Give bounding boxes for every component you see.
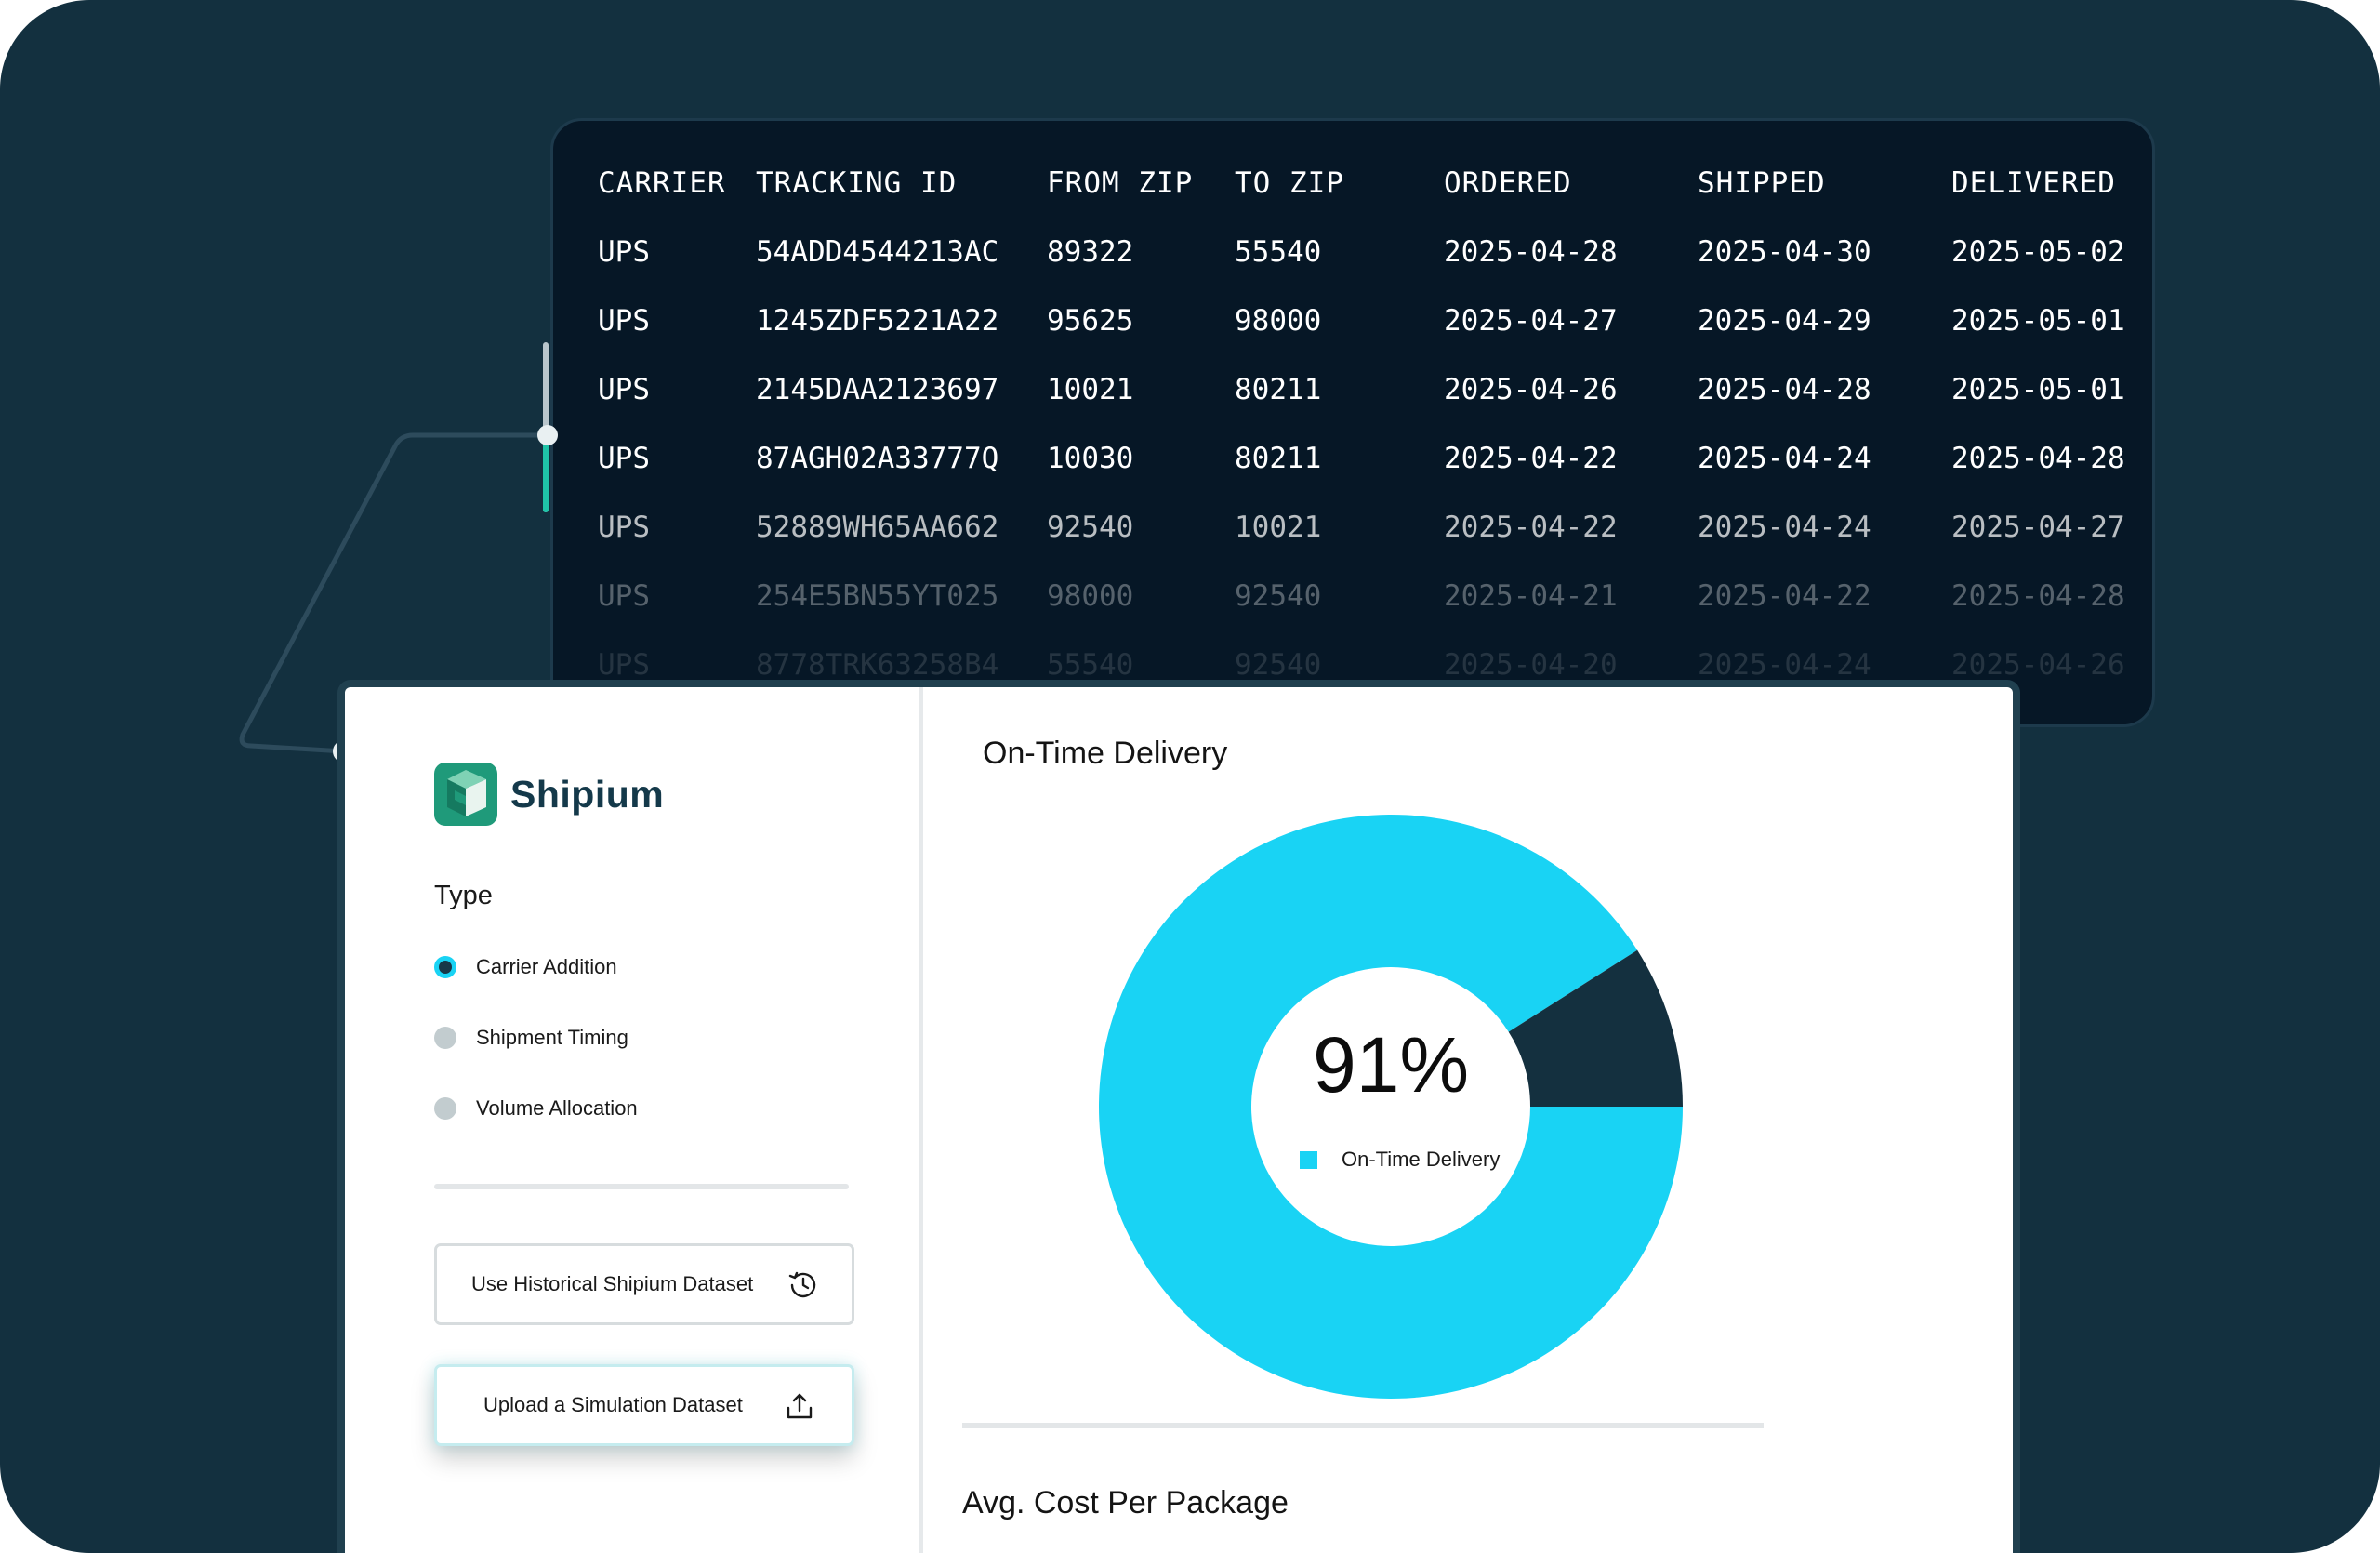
table-cell: UPS bbox=[598, 304, 650, 338]
table-cell: 2025-04-28 bbox=[1444, 235, 1618, 269]
table-cell: 2025-04-28 bbox=[1951, 579, 2125, 613]
table-row: UPS 1245ZDF5221A22 95625 98000 2025-04-27 202… bbox=[598, 304, 2152, 360]
table-cell: 10021 bbox=[1235, 511, 1322, 544]
column-header: TO ZIP bbox=[1235, 166, 1344, 200]
donut-center-value: 91% bbox=[1312, 1021, 1470, 1108]
main-divider bbox=[962, 1423, 1764, 1428]
upload-icon bbox=[787, 1393, 813, 1419]
option-carrier-addition[interactable]: Carrier Addition bbox=[434, 955, 617, 979]
table-cell: 2025-04-21 bbox=[1444, 579, 1618, 613]
table-cell: 87AGH02A33777Q bbox=[756, 442, 999, 475]
table-row: UPS 2145DAA2123697 10021 80211 2025-04-26 202… bbox=[598, 373, 2152, 429]
legend-label: On-Time Delivery bbox=[1342, 1148, 1501, 1171]
column-header: TRACKING ID bbox=[756, 166, 958, 200]
table-cell: UPS bbox=[598, 373, 650, 406]
table-cell: 55540 bbox=[1235, 235, 1322, 269]
main-panel: On-Time Delivery 91% On-Time Delivery Av… bbox=[923, 687, 2013, 1553]
table-header-row: CARRIER TRACKING ID FROM ZIP TO ZIP ORDERED S… bbox=[598, 166, 2152, 222]
table-row: UPS 54ADD4544213AC 89322 55540 2025-04-28 202… bbox=[598, 235, 2152, 291]
option-label: Shipment Timing bbox=[476, 1026, 628, 1049]
option-label: Volume Allocation bbox=[476, 1096, 638, 1120]
table-cell: 2025-04-22 bbox=[1698, 579, 1871, 613]
table-cell: 2025-04-22 bbox=[1444, 442, 1618, 475]
table-cell: 98000 bbox=[1235, 304, 1322, 338]
table-cell: 80211 bbox=[1235, 373, 1322, 406]
stage: CARRIER TRACKING ID FROM ZIP TO ZIP ORDERED S… bbox=[0, 0, 2380, 1553]
legend-swatch bbox=[1300, 1150, 1317, 1169]
button-label: Upload a Simulation Dataset bbox=[483, 1393, 743, 1416]
sidebar-divider bbox=[434, 1184, 849, 1189]
table-cell: 1245ZDF5221A22 bbox=[756, 304, 999, 338]
table-cell: 2025-04-28 bbox=[1951, 442, 2125, 475]
table-cell: 2025-04-27 bbox=[1951, 511, 2125, 544]
table-cell: 2145DAA2123697 bbox=[756, 373, 999, 406]
table-cell: 92540 bbox=[1235, 579, 1322, 613]
upload-simulation-dataset-button[interactable]: Upload a Simulation Dataset bbox=[434, 1364, 854, 1446]
section-title: Avg. Cost Per Package bbox=[962, 1485, 1289, 1520]
chart-legend: On-Time Delivery bbox=[1300, 1148, 1500, 1172]
table-cell: 95625 bbox=[1047, 304, 1134, 338]
table-cell: 254E5BN55YT025 bbox=[756, 579, 999, 613]
brand-logo: Shipium bbox=[434, 763, 664, 826]
history-icon bbox=[788, 1271, 816, 1298]
table-cell: 52889WH65AA662 bbox=[756, 511, 999, 544]
table-cell: 2025-04-30 bbox=[1698, 235, 1871, 269]
option-label: Carrier Addition bbox=[476, 955, 617, 978]
table-cell: 2025-05-01 bbox=[1951, 304, 2125, 338]
sidebar: Shipium Type Carrier Addition Shipment T… bbox=[345, 687, 923, 1553]
brand-name: Shipium bbox=[510, 772, 665, 816]
table-row: UPS 254E5BN55YT025 98000 92540 2025-04-21 202… bbox=[598, 579, 2152, 635]
option-volume-allocation[interactable]: Volume Allocation bbox=[434, 1096, 638, 1121]
table-cell: UPS bbox=[598, 235, 650, 269]
tracking-table: CARRIER TRACKING ID FROM ZIP TO ZIP ORDERED S… bbox=[550, 118, 2155, 727]
type-heading: Type bbox=[434, 881, 493, 910]
chart-title: On-Time Delivery bbox=[983, 736, 1228, 771]
radio-unselected-icon[interactable] bbox=[434, 1027, 456, 1049]
table-cell: 10030 bbox=[1047, 442, 1134, 475]
simulation-card: Shipium Type Carrier Addition Shipment T… bbox=[337, 680, 2020, 1553]
table-row: UPS 52889WH65AA662 92540 10021 2025-04-22 202… bbox=[598, 511, 2152, 566]
option-shipment-timing[interactable]: Shipment Timing bbox=[434, 1026, 628, 1050]
use-historical-dataset-button[interactable]: Use Historical Shipium Dataset bbox=[434, 1243, 854, 1325]
table-cell: 55540 bbox=[1047, 648, 1134, 682]
column-header: DELIVERED bbox=[1951, 166, 2116, 200]
column-header: ORDERED bbox=[1444, 166, 1572, 200]
table-cell: 8778TRK63258B4 bbox=[756, 648, 999, 682]
button-label: Use Historical Shipium Dataset bbox=[471, 1272, 754, 1295]
radio-selected-icon[interactable] bbox=[434, 956, 456, 978]
table-cell: 54ADD4544213AC bbox=[756, 235, 999, 269]
table-cell: UPS bbox=[598, 511, 650, 544]
table-cell: 92540 bbox=[1235, 648, 1322, 682]
table-cell: UPS bbox=[598, 579, 650, 613]
table-cell: UPS bbox=[598, 648, 650, 682]
shipium-logo-icon bbox=[434, 763, 497, 826]
table-cell: 2025-04-24 bbox=[1698, 648, 1871, 682]
table-row: UPS 87AGH02A33777Q 10030 80211 2025-04-22 202… bbox=[598, 442, 2152, 498]
column-header: CARRIER bbox=[598, 166, 726, 200]
table-cell: 2025-04-26 bbox=[1951, 648, 2125, 682]
table-cell: 2025-05-01 bbox=[1951, 373, 2125, 406]
table-cell: 2025-04-28 bbox=[1698, 373, 1871, 406]
table-cell: 80211 bbox=[1235, 442, 1322, 475]
table-cell: 2025-04-20 bbox=[1444, 648, 1618, 682]
table-cell: 2025-04-24 bbox=[1698, 442, 1871, 475]
column-header: SHIPPED bbox=[1698, 166, 1826, 200]
radio-unselected-icon[interactable] bbox=[434, 1097, 456, 1120]
table-cell: 2025-04-22 bbox=[1444, 511, 1618, 544]
table-cell: UPS bbox=[598, 442, 650, 475]
table-cell: 2025-04-26 bbox=[1444, 373, 1618, 406]
table-cell: 89322 bbox=[1047, 235, 1134, 269]
table-cell: 2025-04-27 bbox=[1444, 304, 1618, 338]
column-header: FROM ZIP bbox=[1047, 166, 1194, 200]
table-cell: 2025-04-29 bbox=[1698, 304, 1871, 338]
table-cell: 2025-05-02 bbox=[1951, 235, 2125, 269]
table-cell: 92540 bbox=[1047, 511, 1134, 544]
table-cell: 2025-04-24 bbox=[1698, 511, 1871, 544]
table-cell: 98000 bbox=[1047, 579, 1134, 613]
table-cell: 10021 bbox=[1047, 373, 1134, 406]
